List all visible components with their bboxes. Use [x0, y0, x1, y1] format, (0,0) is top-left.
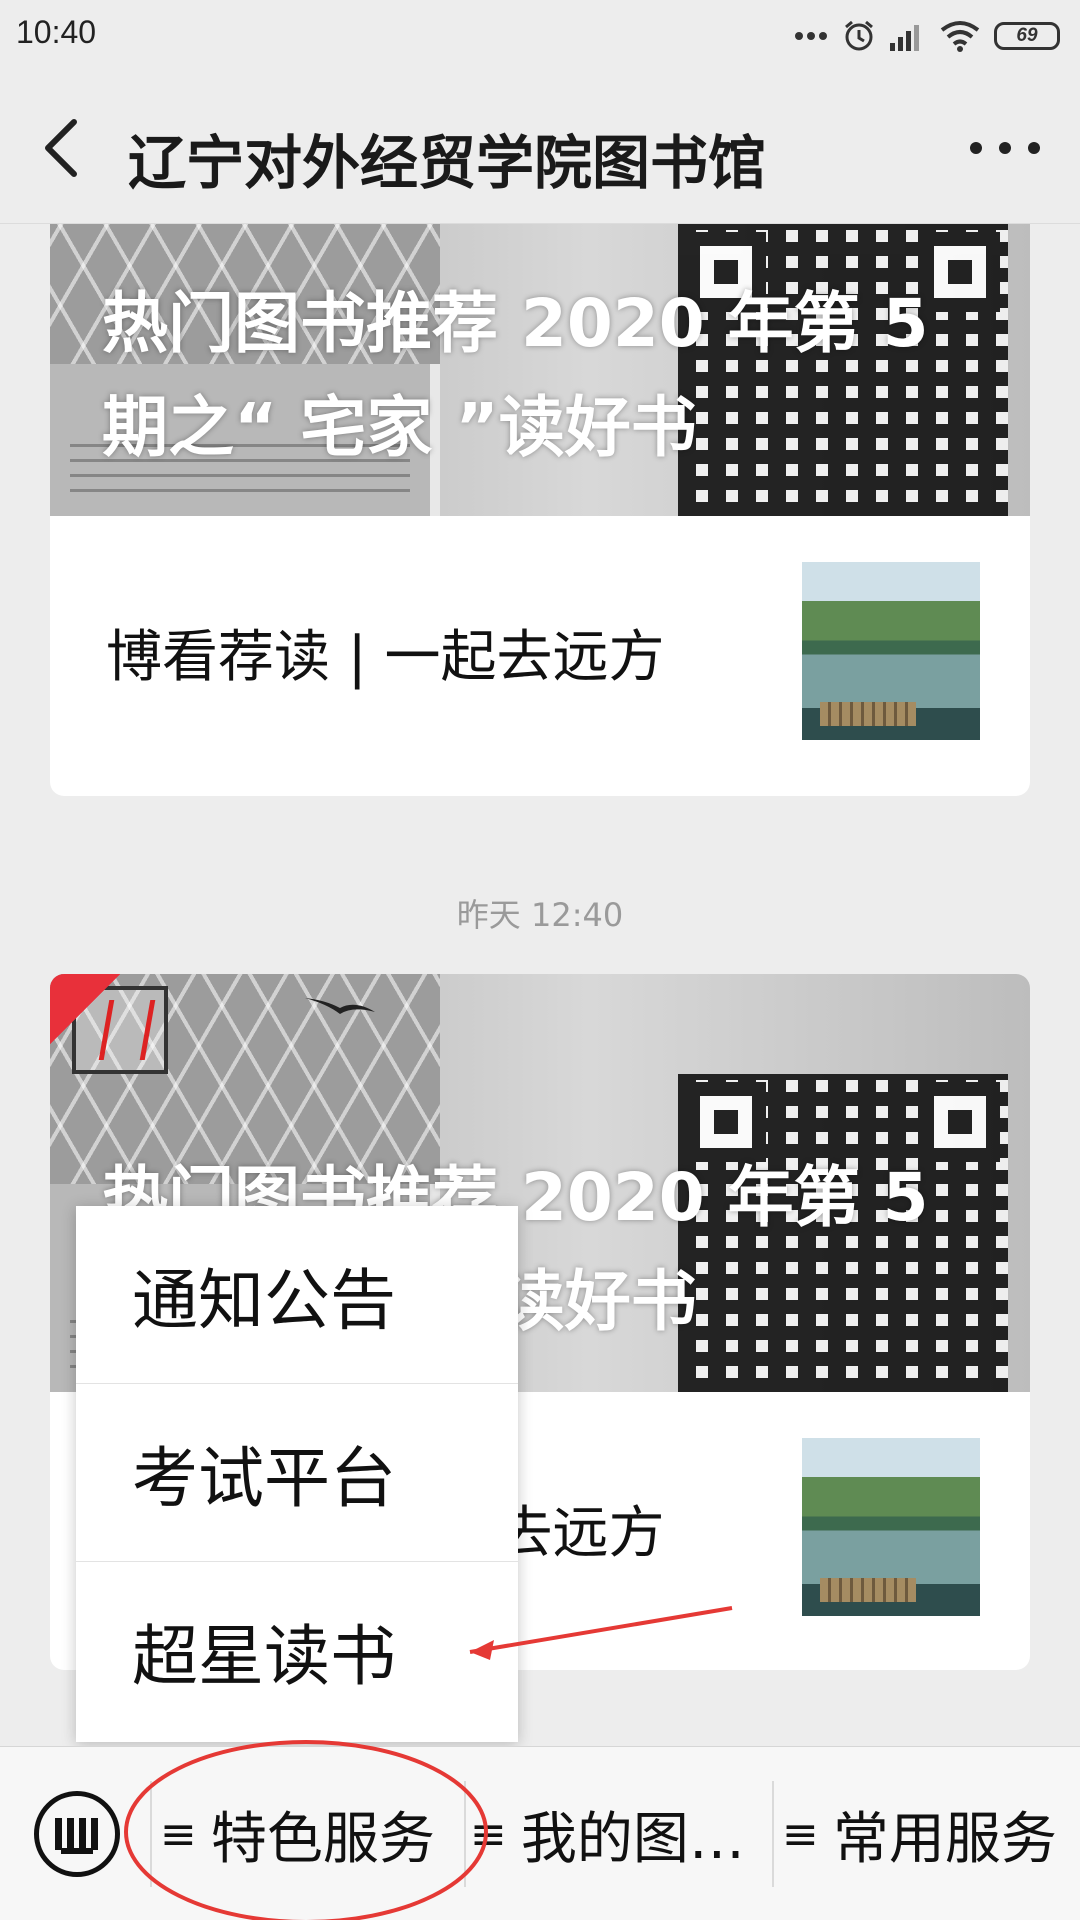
more-icon — [970, 142, 982, 154]
article-cover[interactable]: 热门图书推荐 2020 年第 5 期之“ 宅家 ”读好书 — [50, 224, 1030, 516]
menu-item-notice[interactable]: 通知公告 — [76, 1206, 518, 1384]
bottom-menu-bar: ≡ 特色服务 ≡ 我的图… ≡ 常用服务 — [0, 1746, 1080, 1920]
divider — [772, 1781, 774, 1887]
corner-flag — [50, 974, 120, 1044]
landscape-thumbnail — [802, 562, 980, 740]
wifi-icon — [940, 21, 980, 52]
more-icon — [999, 142, 1011, 154]
status-icons: 69 — [794, 16, 1060, 56]
alarm-icon — [845, 20, 873, 51]
divider — [150, 1781, 152, 1887]
tab-special-services[interactable]: ≡ 特色服务 — [160, 1747, 460, 1920]
article-sub-title: 博看荐读 | 一起去远方 — [106, 625, 665, 690]
tab-label: 特色服务 — [210, 1806, 435, 1872]
more-icon — [1028, 142, 1040, 154]
signal-icon — [890, 25, 919, 51]
menu-lines-icon: ≡ — [470, 1808, 507, 1860]
keyboard-toggle-button[interactable] — [34, 1791, 120, 1877]
bird-icon — [305, 998, 375, 1014]
back-icon — [45, 119, 77, 177]
tab-label: 我的图… — [520, 1806, 745, 1872]
divider — [464, 1781, 466, 1887]
tab-my-library[interactable]: ≡ 我的图… — [470, 1747, 770, 1920]
title-bar: 辽宁对外经贸学院图书馆 — [0, 72, 1080, 224]
message-timestamp: 昨天 12:40 — [456, 896, 624, 934]
status-time: 10:40 — [16, 14, 97, 50]
tab-label: 常用服务 — [832, 1806, 1057, 1872]
back-button[interactable] — [36, 116, 96, 180]
article-cover-title: 热门图书推荐 2020 年第 5 期之“ 宅家 ”读好书 — [102, 285, 929, 466]
menu-item-exam-platform[interactable]: 考试平台 — [76, 1384, 518, 1562]
battery-icon: 69 — [994, 22, 1060, 50]
status-bar: 10:40 69 — [0, 0, 1080, 72]
tab-common-services[interactable]: ≡ 常用服务 — [782, 1747, 1080, 1920]
landscape-thumbnail — [802, 1438, 980, 1616]
article-card[interactable]: 热门图书推荐 2020 年第 5 期之“ 宅家 ”读好书 博看荐读 | 一起去远… — [50, 224, 1030, 796]
popup-menu: 通知公告 考试平台 超星读书 — [76, 1206, 518, 1742]
keyboard-icon — [55, 1818, 99, 1854]
menu-lines-icon: ≡ — [782, 1808, 819, 1860]
more-notifications-icon — [795, 32, 827, 40]
menu-item-chaoxing-reading[interactable]: 超星读书 — [76, 1562, 518, 1740]
page-title: 辽宁对外经贸学院图书馆 — [128, 129, 767, 197]
more-button[interactable] — [970, 128, 1040, 168]
menu-lines-icon: ≡ — [160, 1808, 197, 1860]
article-sub-item[interactable]: 博看荐读 | 一起去远方 — [50, 516, 1030, 796]
